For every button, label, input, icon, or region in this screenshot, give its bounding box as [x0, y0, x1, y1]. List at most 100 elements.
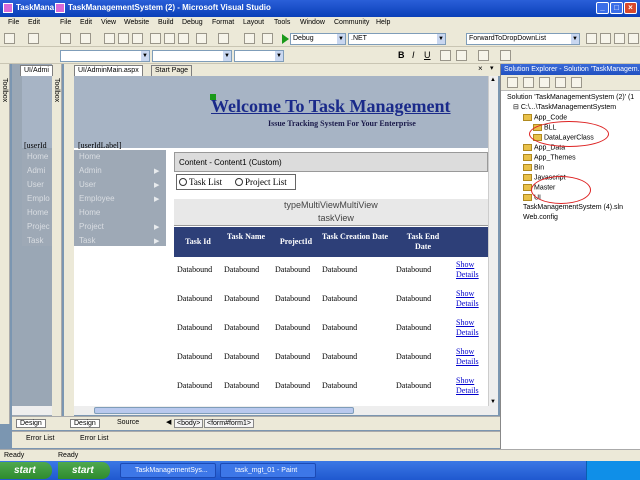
block-format-combo[interactable]: ▼: [60, 50, 150, 62]
toolbox-strip-back[interactable]: Toolbox: [0, 64, 10, 424]
font-name-combo[interactable]: ▼: [152, 50, 232, 62]
close-icon[interactable]: ×: [478, 64, 483, 73]
horizontal-scrollbar[interactable]: [74, 406, 498, 415]
scroll-left-icon[interactable]: ◀: [166, 418, 171, 426]
tree-sln-file[interactable]: TaskManagementSystem (4).sln: [523, 204, 623, 211]
chevron-down-icon[interactable]: ▾: [490, 64, 494, 72]
nav-item-back[interactable]: Projec: [27, 222, 50, 231]
show-details-link[interactable]: Show Details: [456, 347, 479, 367]
tree-solution[interactable]: Solution 'TaskManagementSystem (2)' (1: [507, 94, 634, 101]
nav-item-back[interactable]: Home: [27, 152, 48, 161]
scroll-thumb[interactable]: [94, 407, 354, 414]
undo-icon[interactable]: [196, 33, 207, 44]
toolbox-strip[interactable]: Toolbox: [52, 64, 62, 424]
nav-item-task[interactable]: Task: [79, 236, 95, 245]
radio-task-list[interactable]: [179, 178, 187, 186]
start-debug-icon[interactable]: [282, 34, 289, 44]
new-project-icon[interactable]: [60, 33, 71, 44]
add-item-icon[interactable]: [80, 33, 91, 44]
nav-item-back[interactable]: Admi: [27, 166, 45, 175]
radio-project-list[interactable]: [235, 178, 243, 186]
paste-icon[interactable]: [178, 33, 189, 44]
menu-format[interactable]: Format: [212, 19, 234, 26]
nest-files-icon[interactable]: [539, 77, 550, 88]
refresh-icon[interactable]: [523, 77, 534, 88]
platform-combo[interactable]: .NET ▼: [348, 33, 446, 45]
add-item-icon[interactable]: [28, 33, 39, 44]
tree-bin[interactable]: Bin: [523, 164, 544, 171]
properties-icon[interactable]: [614, 33, 625, 44]
menu-community[interactable]: Community: [334, 19, 369, 26]
copy-icon[interactable]: [164, 33, 175, 44]
tree-project[interactable]: ⊟ C:\...\TaskManagementSystem: [513, 103, 616, 111]
nav-item-back[interactable]: Home: [27, 208, 48, 217]
nav-item-back[interactable]: Emplo: [27, 194, 50, 203]
start-button[interactable]: start: [58, 462, 110, 479]
menu-layout[interactable]: Layout: [243, 19, 264, 26]
vertical-scrollbar[interactable]: ▲ ▼: [488, 76, 498, 406]
menu-file[interactable]: File: [60, 19, 71, 26]
menu-window[interactable]: Window: [300, 19, 325, 26]
navigate-back-icon[interactable]: [244, 33, 255, 44]
tag-form[interactable]: <form#form1>: [204, 419, 254, 428]
menu-edit-back[interactable]: Edit: [28, 19, 40, 26]
menu-file-back[interactable]: File: [8, 19, 19, 26]
bold-icon[interactable]: B: [398, 50, 405, 60]
bullet-list-icon[interactable]: [500, 50, 511, 61]
menu-debug[interactable]: Debug: [182, 19, 203, 26]
tag-body[interactable]: <body>: [174, 419, 204, 428]
nav-item-user[interactable]: User: [79, 180, 96, 189]
design-view-tab[interactable]: Design: [70, 419, 100, 428]
view-code-icon[interactable]: [555, 77, 566, 88]
view-designer-icon[interactable]: [571, 77, 582, 88]
solution-config-combo[interactable]: Debug ▼: [290, 33, 346, 45]
tree-web-config[interactable]: Web.config: [523, 214, 558, 221]
menu-tools[interactable]: Tools: [274, 19, 290, 26]
show-details-link[interactable]: Show Details: [456, 260, 479, 280]
tab-admin-main[interactable]: UI/AdminMain.aspx: [74, 65, 143, 76]
menu-view[interactable]: View: [101, 19, 116, 26]
show-details-link[interactable]: Show Details: [456, 376, 479, 396]
font-color-icon[interactable]: [440, 50, 451, 61]
menu-build[interactable]: Build: [158, 19, 174, 26]
nav-item-back[interactable]: Task: [27, 236, 43, 245]
design-view-tab-back[interactable]: Design: [16, 419, 46, 428]
back-horizontal-scrollbar[interactable]: [12, 406, 52, 415]
taskbar-item-vs[interactable]: TaskManagementSys...: [120, 463, 216, 478]
nav-item-admin[interactable]: Admin: [79, 166, 102, 175]
nav-item-back[interactable]: User: [27, 180, 44, 189]
highlight-color-icon[interactable]: [456, 50, 467, 61]
menu-website[interactable]: Website: [124, 19, 149, 26]
content-placeholder-header[interactable]: Content - Content1 (Custom): [174, 152, 488, 172]
toolbox-icon[interactable]: [628, 33, 639, 44]
start-button-back[interactable]: start: [0, 462, 52, 479]
maximize-button[interactable]: □: [610, 2, 623, 14]
nav-item-home-2[interactable]: Home: [79, 208, 100, 217]
solution-explorer-icon[interactable]: [600, 33, 611, 44]
show-details-link[interactable]: Show Details: [456, 289, 479, 309]
open-icon[interactable]: [104, 33, 115, 44]
menu-help[interactable]: Help: [376, 19, 390, 26]
error-list-tab[interactable]: Error List: [80, 435, 108, 442]
menu-edit[interactable]: Edit: [80, 19, 92, 26]
close-button[interactable]: ×: [624, 2, 637, 14]
nav-item-employee[interactable]: Employee: [79, 194, 115, 203]
new-project-icon[interactable]: [4, 33, 15, 44]
find-in-files-icon[interactable]: [586, 33, 597, 44]
tree-app-themes[interactable]: App_Themes: [523, 154, 576, 161]
tab-back-admin[interactable]: UI/Admi: [20, 65, 53, 76]
save-all-icon[interactable]: [132, 33, 143, 44]
underline-icon[interactable]: U: [424, 50, 431, 60]
save-icon[interactable]: [118, 33, 129, 44]
tab-start-page[interactable]: Start Page: [151, 65, 193, 76]
show-details-link[interactable]: Show Details: [456, 318, 479, 338]
minimize-button[interactable]: _: [596, 2, 609, 14]
font-size-combo[interactable]: ▼: [234, 50, 284, 62]
nav-item-home[interactable]: Home: [79, 152, 100, 161]
properties-icon[interactable]: [507, 77, 518, 88]
align-icon[interactable]: [478, 50, 489, 61]
italic-icon[interactable]: I: [412, 50, 415, 60]
redo-icon[interactable]: [218, 33, 229, 44]
source-view-tab[interactable]: Source: [114, 419, 142, 426]
find-combo[interactable]: ForwardToDropDownList ▼: [466, 33, 580, 45]
